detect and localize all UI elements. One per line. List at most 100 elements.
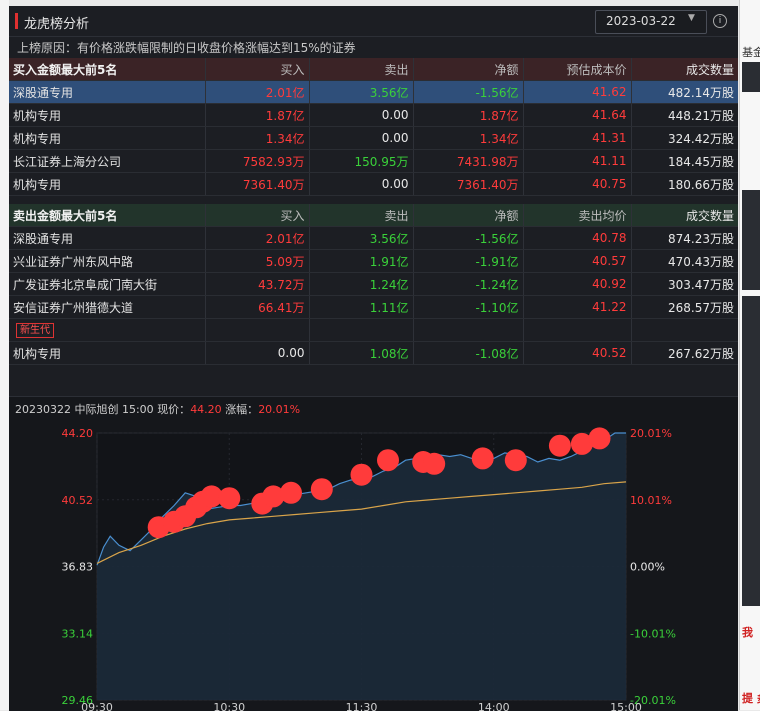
column-header[interactable]: 净额	[413, 204, 524, 227]
cell-volume: 180.66万股	[631, 172, 738, 196]
cell-buy: 7582.93万	[205, 149, 310, 173]
chevron-down-icon: ▼	[688, 13, 695, 23]
cell-net: -1.08亿	[413, 341, 524, 365]
cell-volume: 184.45万股	[631, 149, 738, 173]
column-header[interactable]: 成交数量	[631, 204, 738, 227]
info-icon[interactable]: i	[713, 14, 727, 28]
cell-name: 机构专用	[9, 103, 206, 127]
cell-buy: 1.87亿	[205, 103, 310, 127]
table-row[interactable]: 兴业证券广州东风中路 5.09万 1.91亿 -1.91亿 40.57 470.43万股	[9, 249, 738, 273]
cell-sell: 1.08亿	[309, 341, 414, 365]
cell-net: 1.34亿	[413, 126, 524, 150]
cell-volume: 448.21万股	[631, 103, 738, 127]
panel-title: 龙虎榜分析	[24, 17, 90, 32]
cell-net: -1.91亿	[413, 249, 524, 273]
column-header[interactable]: 卖出均价	[523, 204, 632, 227]
table-row[interactable]: 机构专用 0.00 1.08亿 -1.08亿 40.52 267.62万股	[9, 341, 738, 365]
cell-net: 7431.98万	[413, 149, 524, 173]
cell-volume: 324.42万股	[631, 126, 738, 150]
y-tick-label-left: 40.52	[62, 494, 94, 507]
cell-sell: 150.95万	[309, 149, 414, 173]
cell-price: 40.57	[523, 249, 632, 273]
cell-sell: 0.00	[309, 103, 414, 127]
sell-top5-table: 卖出金额最大前5名 买入 卖出 净额 卖出均价 成交数量 深股通专用 2.01亿 3.56亿 -1…	[9, 204, 738, 365]
trade-marker	[471, 447, 494, 470]
cell-name: 深股通专用	[9, 226, 206, 250]
trade-marker	[504, 449, 527, 472]
table-row[interactable]: 深股通专用 2.01亿 3.56亿 -1.56亿 41.62 482.14万股	[9, 80, 738, 104]
table-row[interactable]: 机构专用 7361.40万 0.00 7361.40万 40.75 180.66万股	[9, 172, 738, 196]
cell-volume: 470.43万股	[631, 249, 738, 273]
y-tick-label-right: 10.01%	[630, 494, 672, 507]
table-row[interactable]: 广发证券北京阜成门南大街 43.72万 1.24亿 -1.24亿 40.92 303.47…	[9, 272, 738, 296]
cell-sell: 1.11亿	[309, 295, 414, 319]
cell-buy: 1.34亿	[205, 126, 310, 150]
cell-buy: 2.01亿	[205, 80, 310, 104]
cell-volume: 268.57万股	[631, 295, 738, 319]
new-generation-badge: 新生代	[16, 323, 54, 338]
cell-price: 40.78	[523, 226, 632, 250]
table-row[interactable]: 机构专用 1.87亿 0.00 1.87亿 41.64 448.21万股	[9, 103, 738, 127]
cell-name: 安信证券广州猎德大道	[9, 295, 206, 319]
cell-net: 1.87亿	[413, 103, 524, 127]
title-bar: 龙虎榜分析 2023-03-22 ▼ i	[9, 6, 738, 37]
cell-name: 广发证券北京阜成门南大街	[9, 272, 206, 296]
cell-net: -1.56亿	[413, 80, 524, 104]
column-header[interactable]: 净额	[413, 58, 524, 81]
buy-table-header-row: 买入金额最大前5名 买入 卖出 净额 预估成本价 成交数量	[9, 58, 738, 81]
column-header: 卖出金额最大前5名	[9, 204, 206, 227]
cell-price: 41.64	[523, 103, 632, 127]
y-tick-label-left: 36.83	[62, 561, 94, 574]
column-header[interactable]: 成交数量	[631, 58, 738, 81]
lhb-analysis-panel: 龙虎榜分析 2023-03-22 ▼ i 上榜原因：有价格涨跌幅限制的日收盘价格…	[9, 6, 738, 711]
trade-marker	[310, 478, 333, 501]
table-row[interactable]: 长江证券上海分公司 7582.93万 150.95万 7431.98万 41.11 184…	[9, 149, 738, 173]
cell-buy: 66.41万	[205, 295, 310, 319]
table-row[interactable]: 安信证券广州猎德大道 66.41万 1.11亿 -1.10亿 41.22 268.57万股	[9, 295, 738, 319]
sell-table-header-row: 卖出金额最大前5名 买入 卖出 净额 卖出均价 成交数量	[9, 204, 738, 227]
cell-name: 长江证券上海分公司	[9, 149, 206, 173]
y-tick-label-right: 20.01%	[630, 427, 672, 440]
trade-marker	[280, 481, 302, 504]
cell-price: 40.75	[523, 172, 632, 196]
y-tick-label-left: 44.20	[62, 427, 94, 440]
background-label: 基金	[742, 46, 760, 59]
title-accent	[15, 13, 18, 29]
cell-net: -1.10亿	[413, 295, 524, 319]
column-header[interactable]: 预估成本价	[523, 58, 632, 81]
cell-price: 40.52	[523, 341, 632, 365]
cell-price: 41.62	[523, 80, 632, 104]
table-row[interactable]: 机构专用 1.34亿 0.00 1.34亿 41.31 324.42万股	[9, 126, 738, 150]
cell-sell: 1.91亿	[309, 249, 414, 273]
y-tick-label-right: 0.00%	[630, 561, 665, 574]
column-header: 买入金额最大前5名	[9, 58, 206, 81]
listing-reason: 上榜原因：有价格涨跌幅限制的日收盘价格涨幅达到15%的证券	[17, 41, 356, 55]
cell-price: 40.92	[523, 272, 632, 296]
cell-sell: 1.24亿	[309, 272, 414, 296]
cell-name: 机构专用	[9, 126, 206, 150]
cell-price: 41.22	[523, 295, 632, 319]
table-row-extra: 新生代	[9, 318, 738, 342]
column-header[interactable]: 卖出	[309, 58, 414, 81]
table-row[interactable]: 深股通专用 2.01亿 3.56亿 -1.56亿 40.78 874.23万股	[9, 226, 738, 250]
column-header[interactable]: 买入	[205, 204, 310, 227]
cell-buy: 43.72万	[205, 272, 310, 296]
cell-net: -1.24亿	[413, 272, 524, 296]
column-header[interactable]: 卖出	[309, 204, 414, 227]
date-value: 2023-03-22	[606, 14, 676, 28]
cell-volume: 482.14万股	[631, 80, 738, 104]
cell-name: 机构专用	[9, 341, 206, 365]
trade-marker	[548, 434, 571, 457]
date-select[interactable]: 2023-03-22 ▼	[595, 10, 707, 34]
column-header[interactable]: 买入	[205, 58, 310, 81]
cell-buy: 0.00	[205, 341, 310, 365]
cell-price: 41.31	[523, 126, 632, 150]
cell-sell: 0.00	[309, 126, 414, 150]
price-chart-svg: 44.2040.5236.8333.1429.4620.01%10.01%0.0…	[62, 427, 676, 711]
y-tick-label-left: 33.14	[62, 627, 94, 640]
cell-buy: 7361.40万	[205, 172, 310, 196]
background-left-strip	[0, 0, 9, 710]
cell-net: 7361.40万	[413, 172, 524, 196]
background-label: 提 炙	[742, 692, 760, 705]
buy-top5-table: 买入金额最大前5名 买入 卖出 净额 预估成本价 成交数量 深股通专用 2.01亿 3.56亿 -…	[9, 58, 738, 196]
